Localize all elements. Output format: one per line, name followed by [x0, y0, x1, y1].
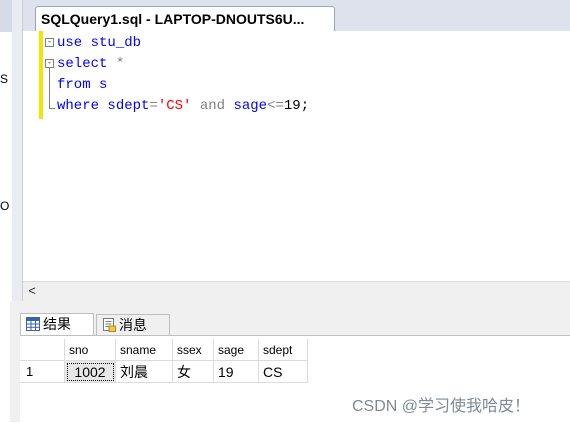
code-token: sage [225, 98, 268, 114]
code-token: stu_db [82, 35, 142, 51]
fold-guide-end [49, 108, 55, 109]
column-header[interactable]: sname [115, 339, 173, 361]
watermark: CSDN @学习使我哈皮！ [352, 398, 531, 415]
panel-header [0, 0, 12, 32]
tab-messages[interactable]: 消息 [96, 314, 170, 336]
code-token: = [149, 98, 158, 114]
table-cell[interactable]: 刘晨 [115, 360, 173, 383]
changed-lines-marker [39, 31, 43, 119]
column-header[interactable]: sdept [258, 339, 308, 361]
code-token: from [57, 77, 91, 93]
document-tabstrip: SQLQuery1.sql - LAPTOP-DNOUTS6U... [23, 0, 570, 32]
code-line[interactable]: use stu_db [57, 33, 141, 53]
collapse-icon[interactable]: - [45, 38, 54, 47]
query-editor[interactable]: - - use stu_db select * from s where sde… [23, 31, 570, 281]
code-token: * [107, 56, 125, 72]
tab-messages-label: 消息 [119, 317, 147, 333]
table-cell[interactable]: 19 [213, 360, 259, 383]
fold-guide-line [49, 68, 50, 108]
horizontal-scrollbar[interactable]: < [23, 281, 570, 302]
code-line[interactable]: where sdept='CS' and sage<=19; [57, 96, 309, 116]
column-header[interactable]: ssex [172, 339, 214, 361]
table-cell[interactable]: 1002 [64, 360, 116, 383]
column-header[interactable]: sno [64, 339, 116, 361]
corner-cell[interactable] [20, 339, 65, 361]
code-token: select [57, 56, 108, 72]
code-token: where [57, 98, 100, 114]
column-header[interactable]: sage [213, 339, 259, 361]
code-token: and [191, 98, 226, 114]
code-token: 'CS' [157, 98, 192, 114]
tab-results-label: 结果 [43, 316, 71, 332]
code-token: sdept [99, 98, 150, 114]
header-row: sno sname ssex sage sdept [20, 339, 308, 361]
table-cell[interactable]: CS [258, 360, 308, 383]
table-row[interactable]: 1 1002 刘晨 女 19 CS [20, 360, 308, 383]
collapse-icon[interactable]: - [45, 59, 54, 68]
code-line[interactable]: select * [57, 54, 124, 74]
code-token: <= [267, 98, 284, 114]
code-token: use [57, 35, 83, 51]
tab-results[interactable]: 结果 [20, 313, 94, 335]
tab-sqlquery1[interactable]: SQLQuery1.sql - LAPTOP-DNOUTS6U... [35, 6, 335, 32]
panel-text-fragment: S [0, 72, 9, 86]
code-line[interactable]: from s [57, 75, 107, 95]
grid-icon [26, 317, 40, 331]
code-token: s [90, 77, 108, 93]
table-cell[interactable]: 女 [172, 360, 214, 383]
messages-icon [103, 318, 116, 332]
scroll-left-icon[interactable]: < [25, 283, 39, 299]
results-table: sno sname ssex sage sdept 1 1002 刘晨 女 19… [20, 339, 308, 383]
panel-text-fragment: O [0, 199, 10, 213]
code-token: 19; [283, 98, 310, 114]
row-number[interactable]: 1 [20, 360, 65, 383]
